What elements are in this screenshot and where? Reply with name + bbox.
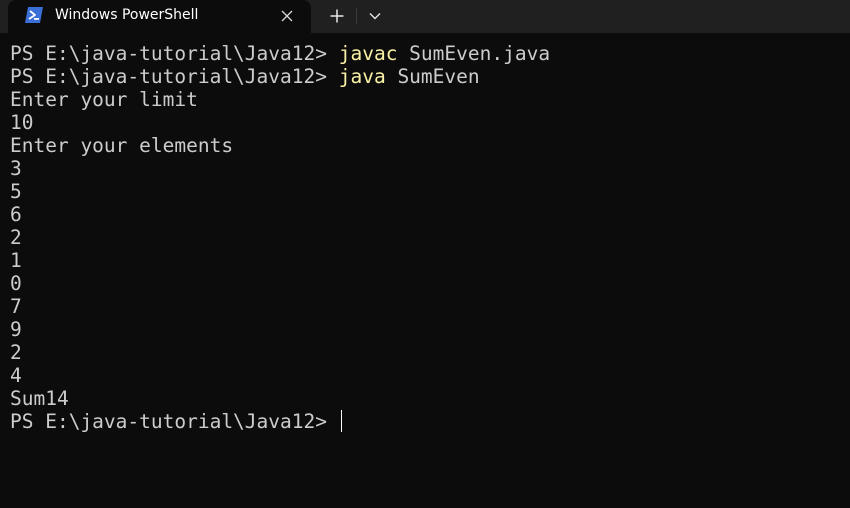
prompt-text: PS E:\java-tutorial\Java12> <box>10 65 339 88</box>
output-text: 2 <box>10 226 22 249</box>
tab-title: Windows PowerShell <box>55 7 199 23</box>
output-text: 1 <box>10 249 22 272</box>
output-line: 4 <box>10 364 840 387</box>
output-line: 5 <box>10 180 840 203</box>
output-line: 7 <box>10 295 840 318</box>
output-line: 3 <box>10 157 840 180</box>
terminal-output[interactable]: PS E:\java-tutorial\Java12> javac SumEve… <box>10 42 840 433</box>
powershell-window: Windows PowerShell PS E:\java-tutorial\J… <box>0 0 850 508</box>
output-text: 5 <box>10 180 22 203</box>
new-tab-button[interactable] <box>322 3 352 29</box>
command-name: java <box>338 65 386 88</box>
output-line: 2 <box>10 341 840 364</box>
output-text: Sum14 <box>10 387 69 410</box>
command-args: SumEven <box>385 65 480 88</box>
output-text: 3 <box>10 157 22 180</box>
text-cursor <box>340 410 342 432</box>
plus-icon <box>330 9 344 23</box>
profile-dropdown-button[interactable] <box>360 3 390 29</box>
output-text: Enter your elements <box>10 134 234 157</box>
command-name: javac <box>338 42 398 65</box>
output-text: 7 <box>10 295 22 318</box>
prompt-line: PS E:\java-tutorial\Java12> <box>10 410 840 433</box>
tab-powershell[interactable]: Windows PowerShell <box>8 0 311 33</box>
prompt-line: PS E:\java-tutorial\Java12> javac SumEve… <box>10 42 840 65</box>
output-text: 10 <box>10 111 34 134</box>
output-line: 9 <box>10 318 840 341</box>
powershell-icon <box>24 6 44 24</box>
chevron-down-icon <box>369 13 381 20</box>
output-text: 6 <box>10 203 22 226</box>
output-line: Enter your elements <box>10 134 840 157</box>
output-line: 6 <box>10 203 840 226</box>
command-args: SumEven.java <box>397 42 551 65</box>
prompt-text: PS E:\java-tutorial\Java12> <box>10 410 339 433</box>
output-line: 0 <box>10 272 840 295</box>
output-text: Enter your limit <box>10 88 198 111</box>
output-line: Enter your limit <box>10 88 840 111</box>
output-text: 0 <box>10 272 22 295</box>
output-text: 2 <box>10 341 22 364</box>
tab-bar: Windows PowerShell <box>0 0 850 33</box>
output-line: 2 <box>10 226 840 249</box>
output-line: 1 <box>10 249 840 272</box>
tab-divider <box>356 8 357 24</box>
close-icon[interactable] <box>276 5 298 27</box>
output-line: Sum14 <box>10 387 840 410</box>
output-line: 10 <box>10 111 840 134</box>
output-text: 4 <box>10 364 22 387</box>
prompt-line: PS E:\java-tutorial\Java12> java SumEven <box>10 65 840 88</box>
output-text: 9 <box>10 318 22 341</box>
prompt-text: PS E:\java-tutorial\Java12> <box>10 42 339 65</box>
